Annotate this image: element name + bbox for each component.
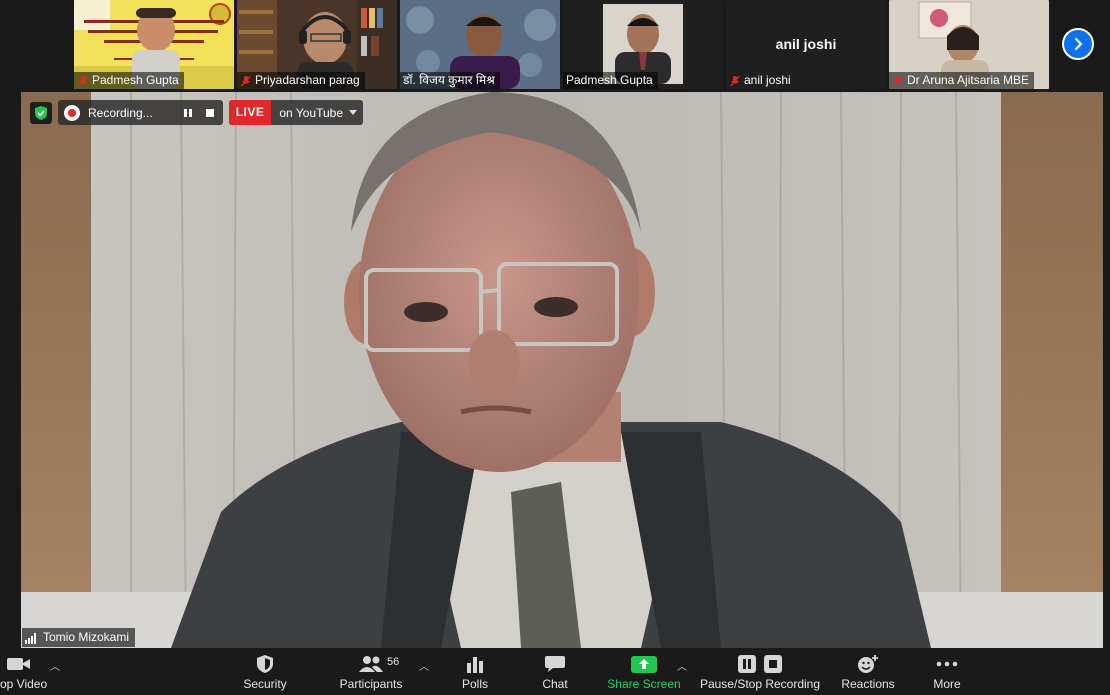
zoom-meeting-window: Padmesh Gupta Priyadarshan parag डॉ. विज…	[0, 0, 1110, 695]
pause-icon	[738, 655, 756, 673]
more-dots-icon	[936, 661, 958, 667]
meeting-toolbar: op Video ︿ Security Participants ︿ Polls…	[0, 648, 1110, 695]
video-overlay-controls: Recording... LIVE on YouTube	[30, 100, 363, 125]
participant-name: Padmesh Gupta	[566, 73, 653, 87]
participant-tile[interactable]: Padmesh Gupta	[74, 0, 234, 89]
smiley-add-icon	[858, 655, 878, 673]
speaker-video-frame	[21, 92, 1103, 648]
chevron-right-icon	[1074, 37, 1083, 51]
mic-muted-icon	[78, 75, 88, 86]
chat-button[interactable]: Chat	[535, 648, 575, 695]
participant-name-label: डॉ. विजय कुमार मिश्र	[400, 72, 500, 89]
security-label: Security	[243, 677, 287, 691]
recording-dot-icon	[64, 104, 80, 121]
recording-label: Recording...	[88, 105, 153, 120]
stop-icon	[764, 655, 782, 673]
live-stream-indicator[interactable]: LIVE on YouTube	[228, 100, 363, 125]
pause-icon	[183, 108, 192, 117]
participants-label: Participants	[339, 677, 403, 691]
participant-avatar-name: anil joshi	[775, 36, 837, 52]
participant-tile[interactable]: Dr Aruna Ajitsaria MBE	[889, 0, 1049, 89]
participant-name-label: Dr Aruna Ajitsaria MBE	[889, 72, 1035, 89]
video-camera-icon	[7, 658, 30, 670]
participant-name-label: Padmesh Gupta	[74, 72, 184, 89]
participant-name-label: Padmesh Gupta	[563, 72, 658, 89]
reactions-label: Reactions	[841, 677, 895, 691]
pause-stop-recording-button[interactable]: Pause/Stop Recording	[698, 648, 822, 695]
participants-icon	[359, 656, 383, 672]
next-page-button[interactable]	[1062, 28, 1094, 60]
live-target-label: on YouTube	[279, 105, 343, 120]
stop-video-label: op Video	[0, 677, 48, 691]
speaker-name: Tomio Mizokami	[43, 630, 130, 644]
stop-video-button[interactable]: op Video	[0, 648, 50, 695]
active-speaker-video	[21, 92, 1103, 648]
more-button[interactable]: More	[926, 648, 968, 695]
chat-bubble-icon	[545, 656, 565, 672]
shield-icon	[257, 655, 273, 673]
live-badge: LIVE	[228, 100, 272, 125]
security-button[interactable]: Security	[238, 648, 292, 695]
video-options-caret-icon[interactable]: ︿	[50, 658, 60, 673]
recording-indicator: Recording...	[58, 100, 223, 125]
mic-muted-icon	[893, 75, 903, 86]
signal-strength-icon	[25, 632, 36, 644]
more-label: More	[933, 677, 961, 691]
participant-tile[interactable]: anil joshi anil joshi	[726, 0, 886, 89]
participant-tile[interactable]: Padmesh Gupta	[563, 0, 723, 89]
active-speaker-name-label: Tomio Mizokami	[22, 628, 136, 647]
participant-name: anil joshi	[744, 73, 791, 87]
participants-count-badge: 56	[387, 656, 400, 668]
participant-tile[interactable]: Priyadarshan parag	[237, 0, 397, 89]
participants-options-caret-icon[interactable]: ︿	[419, 658, 429, 673]
stop-recording-button[interactable]	[203, 106, 217, 120]
mic-muted-icon	[241, 75, 251, 86]
pause-stop-recording-label: Pause/Stop Recording	[699, 677, 821, 691]
chat-label: Chat	[542, 677, 568, 691]
mic-muted-icon	[730, 75, 740, 86]
participant-name-label: Priyadarshan parag	[237, 72, 365, 89]
caret-down-icon	[349, 109, 357, 115]
participant-name-label: anil joshi	[726, 72, 796, 89]
participant-name: Padmesh Gupta	[92, 73, 179, 87]
shield-check-icon	[35, 105, 47, 120]
participant-name: Dr Aruna Ajitsaria MBE	[907, 73, 1030, 87]
polls-icon	[467, 657, 483, 673]
pause-recording-button[interactable]	[181, 106, 195, 120]
participant-name: डॉ. विजय कुमार मिश्र	[403, 73, 495, 87]
participant-tile[interactable]: डॉ. विजय कुमार मिश्र	[400, 0, 560, 89]
encryption-badge[interactable]	[30, 101, 52, 124]
share-screen-icon	[631, 655, 657, 673]
polls-button[interactable]: Polls	[455, 648, 495, 695]
participant-name: Priyadarshan parag	[255, 73, 360, 87]
share-options-caret-icon[interactable]: ︿	[677, 658, 687, 673]
reactions-button[interactable]: Reactions	[838, 648, 898, 695]
stop-icon	[205, 108, 214, 117]
gallery-strip: Padmesh Gupta Priyadarshan parag डॉ. विज…	[0, 0, 1110, 92]
polls-label: Polls	[461, 677, 488, 691]
share-screen-label: Share Screen	[607, 677, 681, 691]
share-screen-button[interactable]: Share Screen	[606, 648, 682, 695]
